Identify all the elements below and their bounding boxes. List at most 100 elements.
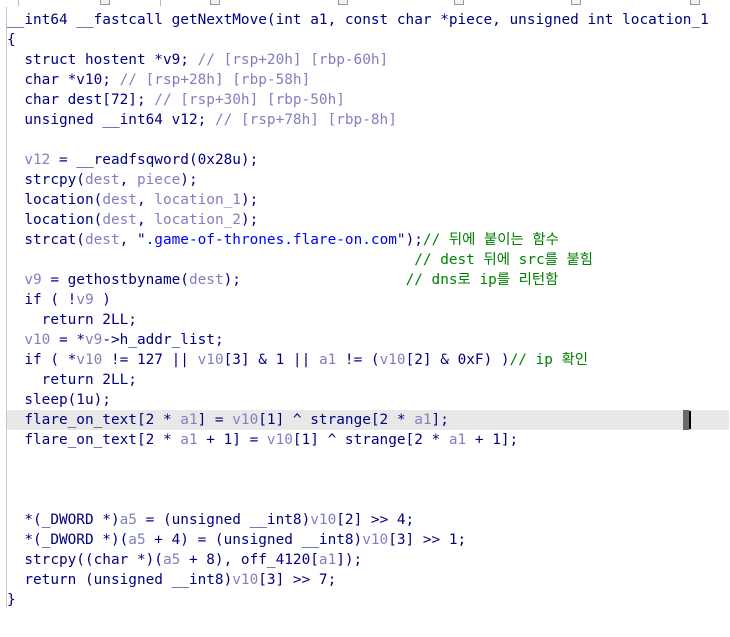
code-text: [2] & 0xF) ) xyxy=(405,352,510,368)
code-variable: a1 xyxy=(448,432,467,448)
code-text: + 4) = (unsigned __int8) xyxy=(145,532,363,548)
code-comment: // dns로 ip를 리턴함 xyxy=(405,272,559,288)
code-line[interactable]: if ( !v9 ) xyxy=(7,290,729,310)
code-line[interactable]: return 2LL; xyxy=(7,370,729,390)
code-line[interactable] xyxy=(7,450,729,470)
code-text: } xyxy=(7,592,16,608)
code-variable: location_1 xyxy=(154,192,241,208)
code-comment: // ip 확인 xyxy=(509,352,589,368)
code-line[interactable]: sleep(1u); xyxy=(7,390,729,410)
code-line[interactable]: struct hostent *v9; // [rsp+20h] [rbp-60… xyxy=(7,50,729,70)
code-variable: a1 xyxy=(180,432,198,448)
code-variable: v12 xyxy=(7,152,51,168)
tab-icon[interactable] xyxy=(571,0,581,5)
code-line[interactable]: unsigned __int64 v12; // [rsp+78h] [rbp-… xyxy=(7,110,729,130)
code-line[interactable]: { xyxy=(7,30,729,50)
code-line[interactable]: strcpy((char *)(a5 + 8), off_4120[a1]); xyxy=(7,550,729,570)
code-variable: // [rsp+78h] [rbp-8h] xyxy=(214,112,397,128)
code-line[interactable]: *(_DWORD *)(a5 + 4) = (unsigned __int8)v… xyxy=(7,530,729,550)
tab-icon[interactable] xyxy=(100,0,110,5)
code-text: , " xyxy=(119,232,146,248)
code-text: flare_on_text[2 * xyxy=(7,432,181,448)
code-text: = (unsigned __int8) xyxy=(136,512,311,528)
code-text: char *v10; xyxy=(7,72,120,88)
code-text: ]; xyxy=(431,412,449,428)
code-line[interactable]: flare_on_text[2 * a1 + 1] = v10[1] ^ str… xyxy=(7,430,729,450)
code-line[interactable]: char dest[72]; // [rsp+30h] [rbp-50h] xyxy=(7,90,729,110)
code-variable: a1 xyxy=(414,412,432,428)
code-line[interactable]: *(_DWORD *)a5 = (unsigned __int8)v10[2] … xyxy=(7,510,729,530)
code-text: ]); xyxy=(336,552,363,568)
code-variable: dest xyxy=(102,192,137,208)
code-text: "); xyxy=(396,232,423,248)
code-text: , xyxy=(119,172,137,188)
code-variable: a1 xyxy=(318,552,337,568)
code-line[interactable]: strcpy(dest, piece); xyxy=(7,170,729,190)
code-variable: v10 xyxy=(266,432,293,448)
code-comment: // dest 뒤에 src를 붙힘 xyxy=(414,252,594,268)
code-text: [2] >> 4; xyxy=(336,512,415,528)
code-line[interactable]: location(dest, location_2); xyxy=(7,210,729,230)
code-variable: v10 xyxy=(232,572,259,588)
code-text: ] = xyxy=(197,412,233,428)
code-text: = * xyxy=(50,332,85,348)
code-text: [1] ^ strange[2 * xyxy=(292,432,449,448)
code-text: if ( * xyxy=(7,352,77,368)
code-line[interactable]: return 2LL; xyxy=(7,310,729,330)
code-text: != 127 || xyxy=(102,352,198,368)
code-variable: v10 xyxy=(310,512,337,528)
tab-icon[interactable] xyxy=(210,0,220,5)
code-line[interactable]: __int64 __fastcall getNextMove(int a1, c… xyxy=(7,10,729,30)
code-variable: // [rsp+20h] [rbp-60h] xyxy=(197,52,389,68)
code-text: flare_on_text[2 * xyxy=(7,412,181,428)
code-line[interactable]: v10 = *v9->h_addr_list; xyxy=(7,330,729,350)
code-text: *(_DWORD *)( xyxy=(7,532,129,548)
code-text: char dest[72]; xyxy=(7,92,155,108)
code-line[interactable]: char *v10; // [rsp+28h] [rbp-58h] xyxy=(7,70,729,90)
editor-gutter xyxy=(0,7,7,607)
code-variable: v9 xyxy=(76,292,94,308)
code-variable: dest xyxy=(84,172,120,188)
tab-edge xyxy=(18,0,19,6)
code-text: ) xyxy=(93,292,111,308)
code-text: [3] & 1 || xyxy=(223,352,319,368)
code-line[interactable]: // dest 뒤에 src를 붙힘 xyxy=(7,250,729,270)
code-line[interactable]: return (unsigned __int8)v10[3] >> 7; xyxy=(7,570,729,590)
code-variable: v10 xyxy=(379,352,406,368)
code-line[interactable]: flare_on_text[2 * a1] = v10[1] ^ strange… xyxy=(7,410,729,430)
code-text: strcat( xyxy=(7,232,85,248)
code-string: .game-of-thrones.flare-on.com xyxy=(145,232,397,248)
code-text: ); xyxy=(180,172,198,188)
tab-icon[interactable] xyxy=(690,0,700,5)
tab-icon[interactable] xyxy=(454,0,464,5)
code-text: , xyxy=(136,212,155,228)
code-line[interactable]: if ( *v10 != 127 || v10[3] & 1 || a1 != … xyxy=(7,350,729,370)
code-variable: v10 xyxy=(232,412,259,428)
code-text: [3] >> 7; xyxy=(258,572,337,588)
code-variable: dest xyxy=(84,232,120,248)
code-line[interactable]: strcat(dest, ".game-of-thrones.flare-on.… xyxy=(7,230,729,250)
code-text: { xyxy=(7,32,16,48)
code-line[interactable] xyxy=(7,130,729,150)
code-variable: v10 xyxy=(197,352,224,368)
code-variable: location_2 xyxy=(154,212,241,228)
code-line[interactable] xyxy=(7,490,729,510)
code-text: unsigned __int64 v12; xyxy=(7,112,215,128)
code-line[interactable]: v12 = __readfsqword(0x28u); xyxy=(7,150,729,170)
code-variable: dest xyxy=(102,212,137,228)
code-text: != ( xyxy=(336,352,380,368)
code-line[interactable]: location(dest, location_1); xyxy=(7,190,729,210)
code-variable: v9 xyxy=(84,332,103,348)
text-caret xyxy=(689,411,691,429)
pseudocode-view[interactable]: __int64 __fastcall getNextMove(int a1, c… xyxy=(7,10,729,610)
code-line[interactable]: } xyxy=(7,590,729,610)
code-text: ); xyxy=(240,192,259,208)
code-text: + 8), off_4120[ xyxy=(180,552,319,568)
code-text: location( xyxy=(7,192,103,208)
code-line[interactable] xyxy=(7,470,729,490)
code-line[interactable]: v9 = gethostbyname(dest); // dns로 ip를 리턴… xyxy=(7,270,729,290)
tab-icon[interactable] xyxy=(338,0,348,5)
code-text: *(_DWORD *) xyxy=(7,512,120,528)
